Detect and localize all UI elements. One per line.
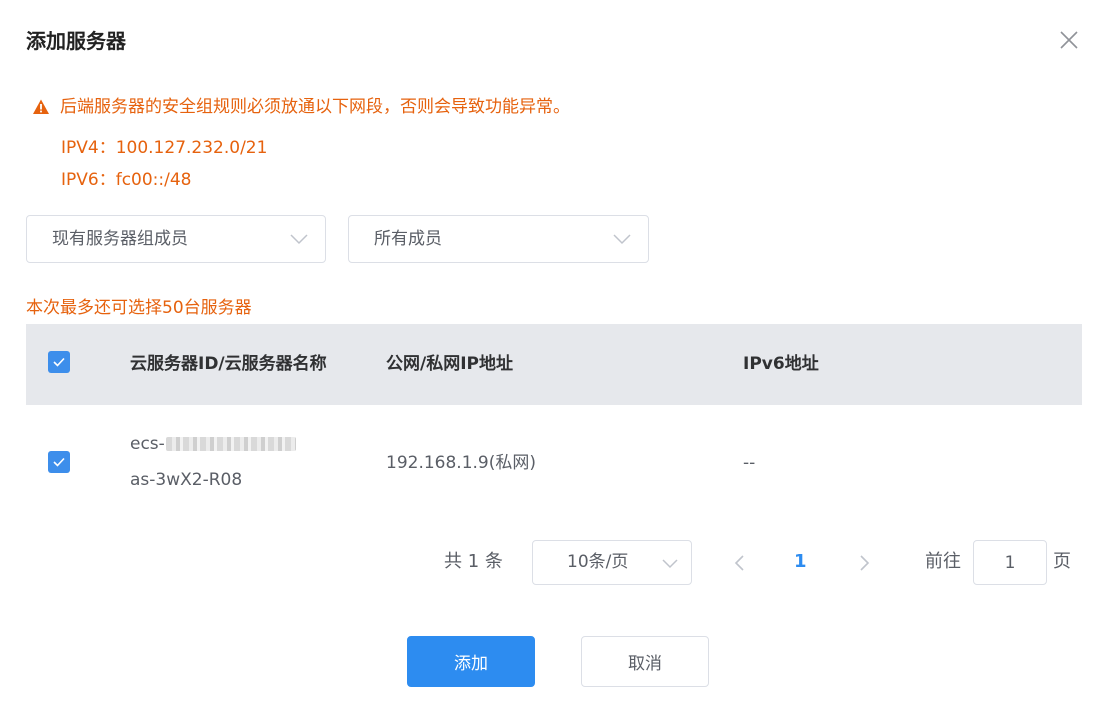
chevron-down-icon [290,234,308,245]
server-id-prefix: ecs- [130,434,165,454]
add-server-dialog: 添加服务器 后端服务器的安全组规则必须放通以下网段，否则会导致功能异常。 IPV… [0,0,1105,705]
warning-ipv6: IPV6：fc00::/48 [61,170,192,190]
page-unit-label: 页 [1053,551,1071,572]
warning-icon [33,99,49,114]
check-icon [53,457,65,467]
column-header-server: 云服务器ID/云服务器名称 [130,354,327,374]
pagination-total: 共 1 条 [444,551,503,572]
goto-label: 前往 [925,551,961,572]
member-filter-select-value: 所有成员 [374,229,442,249]
cancel-button[interactable]: 取消 [581,636,709,687]
server-id: ecs- [130,432,296,456]
row-checkbox[interactable] [48,451,70,473]
server-ipv6: -- [743,453,756,473]
server-group-select-value: 现有服务器组成员 [52,229,188,249]
prev-page-button[interactable] [728,550,752,576]
server-group-select[interactable]: 现有服务器组成员 [26,215,326,263]
chevron-down-icon [613,234,631,245]
warning-banner: 后端服务器的安全组规则必须放通以下网段，否则会导致功能异常。 [32,94,570,120]
redacted-id [165,437,296,451]
next-page-button[interactable] [852,550,876,576]
check-icon [53,357,65,367]
column-header-ipv6: IPv6地址 [743,354,819,374]
dialog-title: 添加服务器 [26,29,126,53]
member-filter-select[interactable]: 所有成员 [348,215,649,263]
add-button[interactable]: 添加 [407,636,535,687]
column-header-ip: 公网/私网IP地址 [386,354,513,374]
warning-ipv4: IPV4：100.127.232.0/21 [61,138,268,158]
chevron-left-icon [734,555,744,571]
page-number-current[interactable]: 1 [794,549,807,575]
chevron-right-icon [860,555,870,571]
selection-limit-text: 本次最多还可选择50台服务器 [26,298,252,318]
page-size-value: 10条/页 [567,552,629,572]
server-ip: 192.168.1.9(私网) [386,453,537,473]
table-row: ecs- as-3wX2-R08 192.168.1.9(私网) -- [26,405,1082,518]
page-size-select[interactable]: 10条/页 [532,540,692,585]
select-all-checkbox[interactable] [48,351,70,373]
warning-message: 后端服务器的安全组规则必须放通以下网段，否则会导致功能异常。 [60,97,570,117]
goto-page-input[interactable] [973,540,1047,585]
table-header: 云服务器ID/云服务器名称 公网/私网IP地址 IPv6地址 [26,324,1082,405]
server-name: as-3wX2-R08 [130,470,243,490]
chevron-down-icon [662,559,678,569]
close-icon[interactable] [1056,27,1082,53]
